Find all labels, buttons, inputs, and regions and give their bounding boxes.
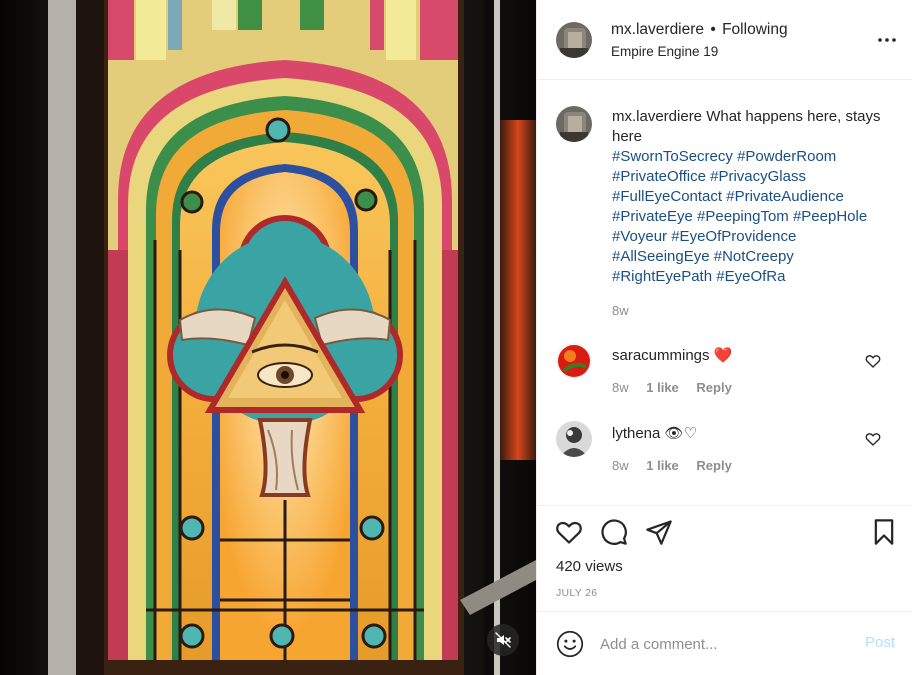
comment-timestamp[interactable]: 8w: [612, 458, 629, 473]
hashtag-link[interactable]: #AllSeeingEye: [612, 248, 710, 265]
profile-photo: [556, 106, 592, 142]
hashtag-link[interactable]: #EyeOfRa: [716, 268, 785, 285]
hashtag-link[interactable]: #PrivateAudience: [726, 188, 844, 205]
comment-text: 👁♡: [664, 425, 698, 442]
comment-item: saracummings ❤️ 8w 1 like Reply: [537, 343, 912, 413]
hashtag-link[interactable]: #PrivateEye: [612, 208, 693, 225]
comments-list[interactable]: mx.laverdiere What happens here, stays h…: [537, 81, 912, 505]
hashtag-link[interactable]: #SwornToSecrecy: [612, 148, 733, 165]
smiley-icon[interactable]: [556, 630, 584, 658]
caption-username[interactable]: mx.laverdiere: [612, 108, 702, 125]
heart-icon: [556, 521, 582, 544]
comment-meta: 8w 1 like Reply: [612, 380, 746, 395]
profile-photo: [556, 421, 592, 457]
caption-avatar[interactable]: [556, 106, 592, 142]
comment-item: lythena 👁♡ 8w 1 like Reply: [537, 421, 912, 491]
caption-timestamp[interactable]: 8w: [612, 303, 629, 318]
bookmark-icon: [874, 519, 894, 545]
heart-icon[interactable]: [865, 431, 881, 447]
commenter-avatar[interactable]: [556, 343, 592, 379]
comment-input[interactable]: [600, 632, 850, 656]
view-count[interactable]: 420 views: [556, 558, 623, 575]
like-button[interactable]: [553, 516, 585, 548]
hashtag-link[interactable]: #RightEyePath: [612, 268, 712, 285]
profile-photo: [556, 22, 592, 58]
profile-photo: [556, 343, 592, 379]
heart-icon[interactable]: [865, 353, 881, 369]
comment-likes-link[interactable]: 1 like: [646, 458, 679, 473]
reply-button[interactable]: Reply: [696, 380, 731, 395]
comment-timestamp[interactable]: 8w: [612, 380, 629, 395]
commenter-avatar[interactable]: [556, 421, 592, 457]
comment-text: ❤️: [713, 347, 733, 364]
hashtag-link[interactable]: #PrivacyGlass: [710, 168, 806, 185]
comment-content: lythena 👁♡: [612, 424, 697, 442]
author-username[interactable]: mx.laverdiere: [611, 21, 704, 38]
reply-button[interactable]: Reply: [696, 458, 731, 473]
post-author-line: mx.laverdiere • Following: [611, 21, 788, 39]
separator-dot: •: [710, 21, 716, 38]
hashtag-link[interactable]: #EyeOfProvidence: [671, 228, 796, 245]
mute-toggle-button[interactable]: [487, 624, 519, 656]
hashtag-link[interactable]: #Voyeur: [612, 228, 667, 245]
post-actions: 420 views JULY 26: [537, 505, 912, 611]
post-date[interactable]: JULY 26: [556, 587, 597, 599]
stained-glass-image: [0, 0, 536, 675]
commenter-username[interactable]: lythena: [612, 425, 660, 442]
post-comment-button[interactable]: Post: [865, 634, 895, 651]
comment-bubble-icon: [601, 519, 627, 545]
hashtag-link[interactable]: #PowderRoom: [737, 148, 836, 165]
hashtag-link[interactable]: #FullEyeContact: [612, 188, 722, 205]
following-button[interactable]: Following: [722, 21, 787, 38]
comment-content: saracummings ❤️: [612, 346, 732, 364]
share-button[interactable]: [643, 516, 675, 548]
post-details-panel: mx.laverdiere • Following Empire Engine …: [536, 0, 912, 675]
more-options-button[interactable]: [877, 30, 897, 50]
save-button[interactable]: [868, 516, 900, 548]
post-subtitle[interactable]: Empire Engine 19: [611, 44, 718, 59]
hashtag-link[interactable]: #PeepHole: [793, 208, 867, 225]
more-options-icon: [878, 38, 896, 42]
commenter-username[interactable]: saracummings: [612, 347, 710, 364]
speaker-muted-icon: [495, 632, 511, 648]
paper-plane-icon: [646, 520, 672, 545]
comment-composer: Post: [537, 611, 912, 675]
hashtag-link[interactable]: #PeepingTom: [697, 208, 789, 225]
post-media[interactable]: [0, 0, 536, 675]
post-caption: mx.laverdiere What happens here, stays h…: [612, 107, 902, 287]
hashtag-link[interactable]: #PrivateOffice: [612, 168, 706, 185]
post-header: mx.laverdiere • Following Empire Engine …: [537, 0, 912, 80]
comment-button[interactable]: [598, 516, 630, 548]
hashtag-link[interactable]: #NotCreepy: [714, 248, 794, 265]
avatar[interactable]: [556, 22, 592, 58]
comment-meta: 8w 1 like Reply: [612, 458, 746, 473]
comment-likes-link[interactable]: 1 like: [646, 380, 679, 395]
